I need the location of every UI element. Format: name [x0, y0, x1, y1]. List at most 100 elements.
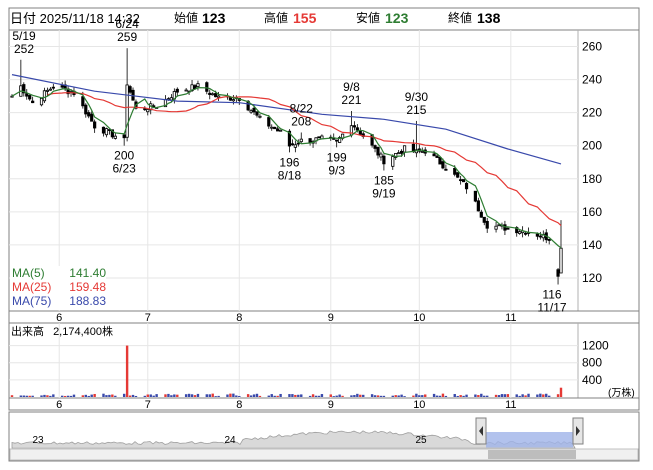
high-value: 155: [293, 10, 317, 26]
candle-body: [290, 143, 295, 146]
annotation-value: 259: [117, 30, 137, 44]
candle-body: [464, 182, 469, 190]
volume-bar: [249, 395, 253, 397]
volume-bar: [524, 395, 527, 397]
candle-body: [397, 152, 401, 155]
candle-body: [214, 93, 218, 98]
volume-bar: [459, 395, 462, 397]
volume-bar: [503, 394, 507, 397]
candle-body: [122, 134, 126, 139]
price-tick-label: 220: [582, 106, 602, 120]
volume-bar: [288, 394, 291, 397]
volume-bar: [43, 394, 46, 397]
candle-body: [453, 167, 457, 175]
volume-bar: [376, 395, 380, 397]
candle-body: [249, 110, 253, 113]
volume-bar: [252, 394, 256, 397]
legend-ma75-name: MA(75): [12, 294, 52, 308]
volume-bar: [173, 394, 176, 397]
volume-bar: [400, 394, 403, 397]
candle-body: [518, 231, 522, 234]
volume-month-tick-label: 7: [145, 399, 151, 411]
volume-bar: [332, 396, 335, 397]
legend-ma25-name: MA(25): [12, 280, 52, 294]
candle-body: [479, 211, 483, 218]
volume-bar: [438, 395, 442, 397]
candle-body: [90, 113, 94, 122]
volume-bar: [432, 393, 436, 397]
volume-bar: [25, 395, 28, 397]
candle-body: [352, 125, 356, 128]
datetime-text: 日付 2025/11/18 14:32: [10, 11, 140, 26]
volume-bar: [46, 395, 49, 397]
candle-body: [444, 168, 448, 171]
candle-body: [335, 139, 339, 142]
month-tick-label: 9: [328, 312, 334, 324]
volume-tick-label: 400: [582, 373, 602, 387]
candle-body: [293, 144, 297, 148]
candle-body: [547, 238, 551, 241]
annotation-date: 9/8: [343, 80, 360, 94]
volume-bar: [394, 395, 397, 397]
candle-body: [308, 138, 312, 143]
candle-body: [456, 172, 460, 178]
month-tick-label: 11: [505, 312, 516, 324]
volume-bar: [300, 394, 303, 397]
volume-bar: [453, 394, 456, 397]
volume-bar: [232, 393, 235, 397]
candle-body: [523, 232, 528, 235]
volume-bar: [527, 393, 530, 397]
volume-month-tick-label: 10: [413, 399, 425, 411]
volume-bar: [208, 394, 211, 397]
volume-bar: [335, 395, 338, 397]
volume-bar: [22, 395, 26, 397]
volume-bar: [211, 393, 214, 397]
candle-body: [51, 86, 55, 89]
volume-bar: [338, 394, 341, 397]
volume-bar: [176, 394, 179, 397]
volume-bar: [131, 394, 135, 397]
volume-bar: [238, 395, 241, 397]
volume-bar: [350, 395, 353, 397]
candle-body: [217, 95, 221, 98]
volume-bar: [506, 394, 510, 397]
legend-ma5-name: MA(5): [12, 266, 45, 280]
legend-ma5: MA(5) 141.40: [10, 266, 106, 280]
volume-bar: [421, 395, 424, 397]
candle-body: [278, 129, 283, 132]
volume-bar: [217, 395, 220, 397]
candle-body: [402, 145, 407, 153]
candle-body: [506, 227, 510, 230]
volume-bar: [297, 394, 300, 397]
volume-bar: [359, 394, 362, 397]
volume-bar: [81, 395, 85, 397]
volume-value: 2,174,400株: [53, 326, 113, 338]
volume-tick-label: 1200: [582, 339, 609, 353]
volume-bar: [270, 394, 273, 397]
candle-body: [355, 127, 359, 131]
volume-bar: [500, 394, 504, 397]
volume-bar: [235, 395, 238, 397]
candle-body: [376, 147, 380, 156]
volume-bar: [214, 396, 217, 397]
volume-bar: [63, 395, 67, 397]
volume-bar: [52, 394, 55, 397]
navigator-year-label: 25: [415, 435, 427, 446]
price-tick-label: 120: [582, 271, 602, 285]
volume-bar: [477, 395, 480, 397]
candle-body: [273, 126, 277, 130]
stock-chart: 120140160180200220240260 1200800400 6677…: [8, 7, 640, 462]
volume-bar: [229, 393, 232, 397]
volume-bar: [108, 394, 111, 397]
candle-body: [196, 83, 200, 87]
volume-bar: [184, 394, 188, 397]
open-value: 123: [202, 10, 226, 26]
volume-bar: [415, 393, 418, 397]
candle-body: [382, 155, 386, 165]
candle-body: [435, 155, 439, 158]
annotation-value: 185: [374, 174, 394, 188]
volume-bar: [164, 394, 167, 397]
annotation-date: 9/19: [372, 187, 396, 201]
candle-body: [420, 151, 424, 153]
volume-bar: [196, 393, 200, 397]
